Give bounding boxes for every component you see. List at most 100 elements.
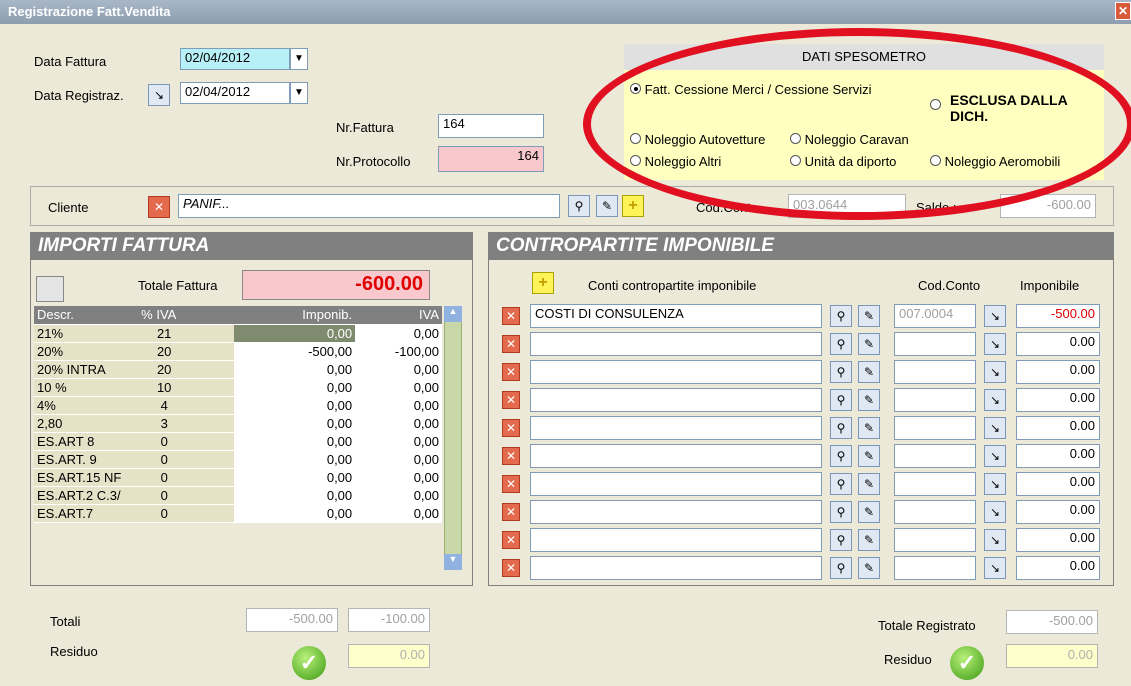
nr-protocollo-field[interactable]: 164	[438, 146, 544, 172]
table-row[interactable]: 2,80 3 0,00 0,00	[34, 414, 442, 433]
search-icon[interactable]: ⚲	[830, 361, 852, 383]
imponibile-cell[interactable]: -500.00	[1016, 304, 1100, 328]
opt-caravan[interactable]: Noleggio Caravan	[790, 132, 909, 147]
chevron-down-icon[interactable]: ▼	[290, 48, 308, 70]
edit-icon[interactable]: ✎	[858, 501, 880, 523]
cell-imponib[interactable]: 0,00	[233, 378, 356, 397]
cell-imponib[interactable]: 0,00	[233, 486, 356, 505]
edit-icon[interactable]: ✎	[858, 417, 880, 439]
radio-icon[interactable]	[790, 155, 801, 166]
conto-descr-field[interactable]	[530, 472, 822, 496]
conto-descr-field[interactable]: COSTI DI CONSULENZA	[530, 304, 822, 328]
table-row[interactable]: 20% 20 -500,00 -100,00	[34, 342, 442, 361]
refresh-arrow-icon[interactable]: ↘	[984, 557, 1006, 579]
conto-descr-field[interactable]	[530, 556, 822, 580]
edit-icon[interactable]: ✎	[858, 305, 880, 327]
conto-descr-field[interactable]	[530, 360, 822, 384]
table-row[interactable]: ES.ART.7 0 0,00 0,00	[34, 504, 442, 523]
delete-row-icon[interactable]: ✕	[502, 559, 520, 577]
edit-icon[interactable]: ✎	[858, 529, 880, 551]
cell-imponib[interactable]: 0,00	[233, 504, 356, 523]
cell-iva[interactable]: 0,00	[355, 432, 442, 451]
imponibile-cell[interactable]: 0.00	[1016, 388, 1100, 412]
opt-cessione[interactable]: Fatt. Cessione Merci / Cessione Servizi	[630, 82, 871, 97]
delete-row-icon[interactable]: ✕	[502, 531, 520, 549]
scroll-up-icon[interactable]: ▲	[444, 306, 462, 322]
table-row[interactable]: 20% INTRA 20 0,00 0,00	[34, 360, 442, 379]
table-row[interactable]: ES.ART 8 0 0,00 0,00	[34, 432, 442, 451]
delete-row-icon[interactable]: ✕	[502, 475, 520, 493]
conto-descr-field[interactable]	[530, 388, 822, 412]
search-icon[interactable]: ⚲	[830, 305, 852, 327]
refresh-arrow-icon[interactable]: ↘	[984, 501, 1006, 523]
refresh-arrow-icon[interactable]: ↘	[984, 333, 1006, 355]
radio-icon[interactable]	[630, 155, 641, 166]
search-icon[interactable]: ⚲	[830, 529, 852, 551]
cell-imponib[interactable]: 0,00	[233, 414, 356, 433]
cell-imponib[interactable]: 0,00	[233, 324, 356, 343]
cell-iva[interactable]: -100,00	[355, 342, 442, 361]
cell-iva[interactable]: 0,00	[355, 378, 442, 397]
search-icon[interactable]: ⚲	[830, 501, 852, 523]
delete-row-icon[interactable]: ✕	[502, 307, 520, 325]
clear-cliente-icon[interactable]: ✕	[148, 196, 170, 218]
cell-imponib[interactable]: 0,00	[233, 432, 356, 451]
cell-iva[interactable]: 0,00	[355, 468, 442, 487]
edit-icon[interactable]: ✎	[858, 473, 880, 495]
conto-descr-field[interactable]	[530, 416, 822, 440]
imponibile-cell[interactable]: 0.00	[1016, 444, 1100, 468]
cell-imponib[interactable]: 0,00	[233, 360, 356, 379]
delete-row-icon[interactable]: ✕	[502, 419, 520, 437]
data-registraz-field[interactable]: 02/04/2012	[180, 82, 290, 104]
opt-aeromobili[interactable]: Noleggio Aeromobili	[930, 154, 1060, 169]
add-icon[interactable]: +	[622, 195, 644, 217]
table-row[interactable]: ES.ART. 9 0 0,00 0,00	[34, 450, 442, 469]
edit-icon[interactable]: ✎	[858, 361, 880, 383]
refresh-arrow-icon[interactable]: ↘	[984, 445, 1006, 467]
radio-icon[interactable]	[930, 99, 941, 110]
search-icon[interactable]: ⚲	[830, 333, 852, 355]
table-row[interactable]: ES.ART.15 NF 0 0,00 0,00	[34, 468, 442, 487]
radio-icon[interactable]	[630, 133, 641, 144]
cell-iva[interactable]: 0,00	[355, 360, 442, 379]
refresh-arrow-icon[interactable]: ↘	[984, 473, 1006, 495]
refresh-arrow-icon[interactable]: ↘	[984, 389, 1006, 411]
refresh-arrow-icon[interactable]: ↘	[984, 305, 1006, 327]
conto-descr-field[interactable]	[530, 444, 822, 468]
cell-imponib[interactable]: 0,00	[233, 450, 356, 469]
refresh-arrow-icon[interactable]: ↘	[984, 417, 1006, 439]
refresh-arrow-icon[interactable]: ↘	[984, 529, 1006, 551]
cell-iva[interactable]: 0,00	[355, 324, 442, 343]
opt-autovetture[interactable]: Noleggio Autovetture	[630, 132, 765, 147]
search-icon[interactable]: ⚲	[568, 195, 590, 217]
delete-row-icon[interactable]: ✕	[502, 391, 520, 409]
cell-iva[interactable]: 0,00	[355, 396, 442, 415]
conto-descr-field[interactable]	[530, 528, 822, 552]
opt-altri[interactable]: Noleggio Altri	[630, 154, 721, 169]
table-row[interactable]: 21% 21 0,00 0,00	[34, 324, 442, 343]
conto-descr-field[interactable]	[530, 332, 822, 356]
search-icon[interactable]: ⚲	[830, 417, 852, 439]
cell-iva[interactable]: 0,00	[355, 414, 442, 433]
conto-descr-field[interactable]	[530, 500, 822, 524]
cell-iva[interactable]: 0,00	[355, 486, 442, 505]
cell-iva[interactable]: 0,00	[355, 450, 442, 469]
chevron-down-icon[interactable]: ▼	[290, 82, 308, 104]
cell-imponib[interactable]: 0,00	[233, 396, 356, 415]
delete-row-icon[interactable]: ✕	[502, 363, 520, 381]
edit-icon[interactable]: ✎	[858, 445, 880, 467]
data-fattura-field[interactable]: 02/04/2012	[180, 48, 290, 70]
scroll-down-icon[interactable]: ▼	[444, 554, 462, 570]
nr-fattura-field[interactable]: 164	[438, 114, 544, 138]
radio-icon[interactable]	[630, 83, 641, 94]
delete-row-icon[interactable]: ✕	[502, 503, 520, 521]
edit-icon[interactable]: ✎	[858, 333, 880, 355]
refresh-arrow-icon[interactable]: ↘	[148, 84, 170, 106]
edit-icon[interactable]: ✎	[858, 557, 880, 579]
cell-imponib[interactable]: 0,00	[233, 468, 356, 487]
table-row[interactable]: 4% 4 0,00 0,00	[34, 396, 442, 415]
imponibile-cell[interactable]: 0.00	[1016, 332, 1100, 356]
cliente-field[interactable]: PANIF...	[178, 194, 560, 218]
search-icon[interactable]: ⚲	[830, 557, 852, 579]
opt-diporto[interactable]: Unità da diporto	[790, 154, 896, 169]
